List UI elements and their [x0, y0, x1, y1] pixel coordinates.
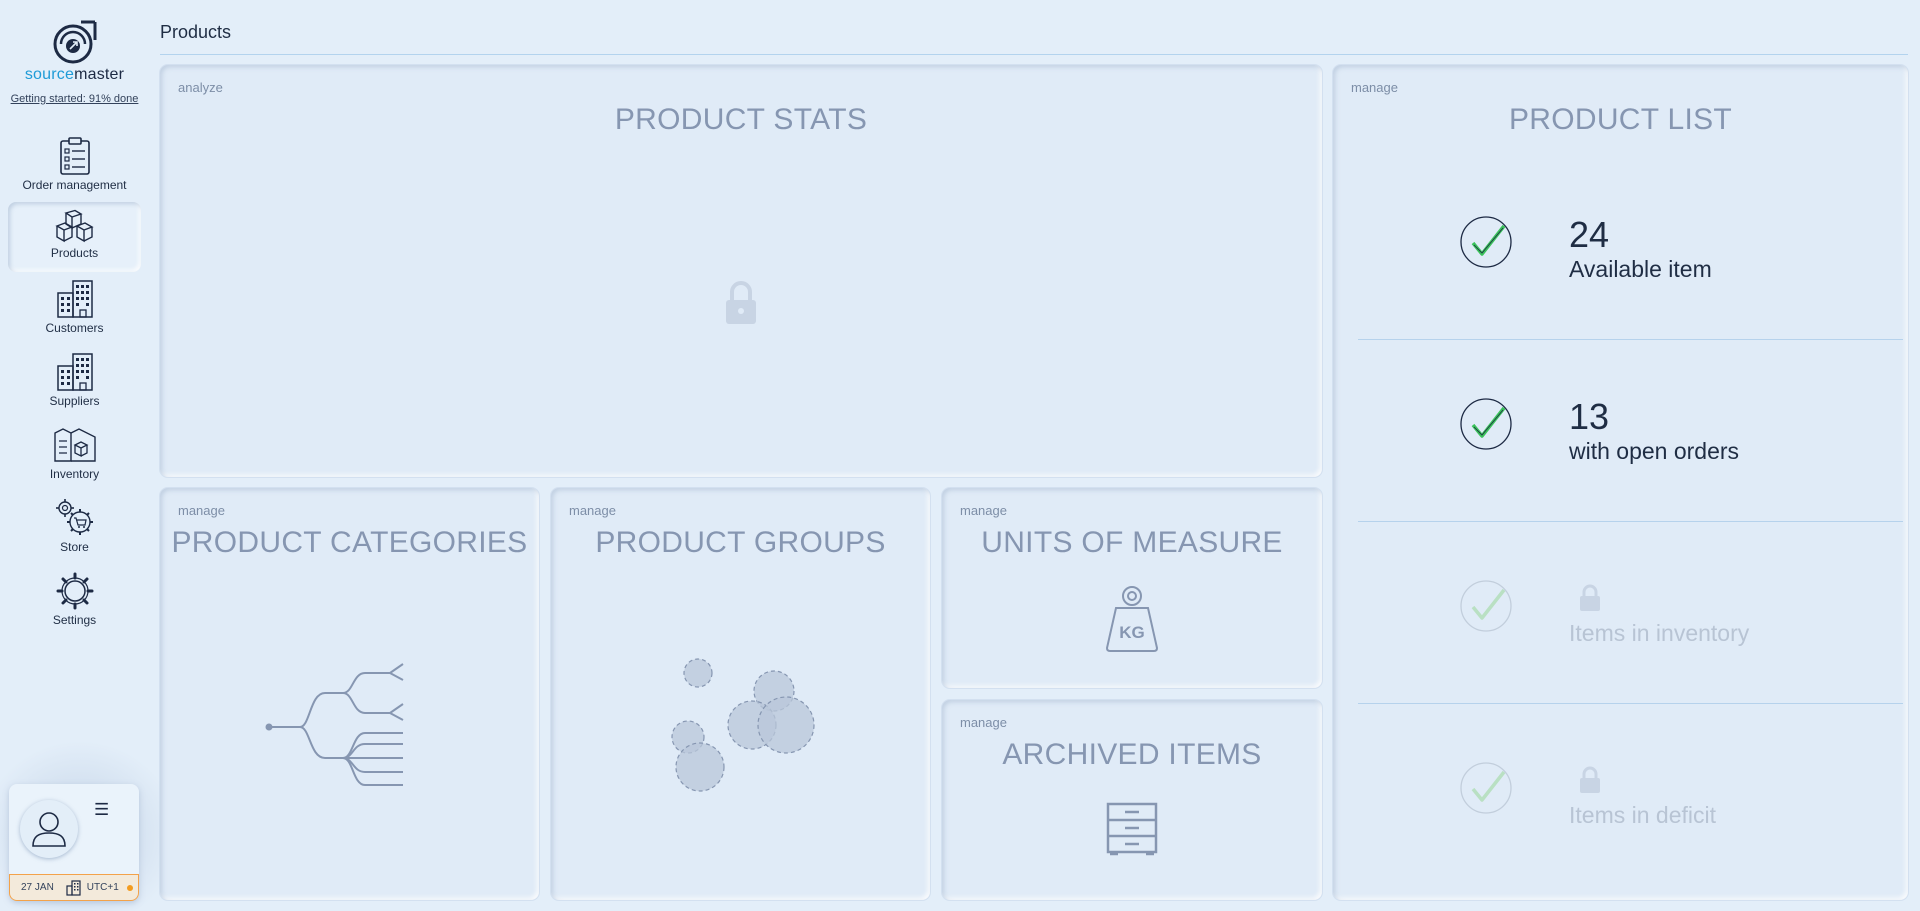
panel-kicker: manage [960, 715, 1007, 730]
open-orders-label: with open orders [1569, 438, 1740, 464]
sidebar-item-label: Settings [52, 613, 97, 627]
building-icon [56, 280, 93, 318]
sidebar-item-suppliers[interactable]: Suppliers [8, 348, 141, 418]
panel-title: PRODUCT GROUPS [595, 526, 886, 559]
brand-name: sourcemaster [24, 66, 125, 83]
panel-kicker: analyze [178, 80, 223, 95]
panel-title: UNITS OF MEASURE [981, 526, 1283, 559]
logo[interactable]: sourcemaster [0, 20, 149, 84]
bubbles-icon [671, 658, 815, 792]
cabinet-icon [1106, 802, 1158, 856]
available-count: 24 [1569, 214, 1610, 255]
list-item-inventory: Items in inventory [1358, 522, 1903, 704]
warehouse-icon [53, 428, 96, 462]
panel-kicker: manage [960, 503, 1007, 518]
status-dot [126, 884, 133, 891]
panel-archived-items[interactable]: manage ARCHIVED ITEMS [942, 700, 1322, 900]
panel-product-groups[interactable]: manage PRODUCT GROUPS [551, 488, 930, 900]
avatar[interactable] [20, 800, 78, 858]
panel-product-categories[interactable]: manage PRODUCT CATEGORIES [160, 488, 539, 900]
available-label: Available item [1569, 256, 1712, 282]
list-item-deficit: Items in deficit [1358, 704, 1903, 886]
check-circle-icon [1460, 216, 1512, 268]
sidebar-item-label: Customers [45, 321, 104, 335]
panel-product-stats[interactable]: analyze PRODUCT STATS [160, 65, 1322, 477]
check-circle-icon [1460, 762, 1512, 814]
sidebar-item-inventory[interactable]: Inventory [8, 421, 141, 491]
sidebar-item-label: Order management [22, 178, 127, 192]
check-circle-icon [1460, 580, 1512, 632]
inventory-label: Items in inventory [1569, 620, 1750, 646]
store-gears-icon [55, 499, 93, 535]
open-orders-count: 13 [1569, 396, 1610, 437]
panel-product-list[interactable]: manage PRODUCT LIST 24 Available item 13… [1333, 65, 1908, 900]
sidebar-item-label: Products [50, 246, 99, 260]
panel-title: PRODUCT LIST [1508, 103, 1733, 136]
list-item-open-orders[interactable]: 13 with open orders [1358, 340, 1903, 522]
lock-icon [1580, 584, 1600, 611]
list-item-available[interactable]: 24 Available item [1358, 158, 1903, 340]
user-status-bar: 27 JAN UTC+1 [9, 874, 139, 901]
sidebar-item-order-management[interactable]: Order management [8, 132, 141, 202]
weight-label: KG [1119, 623, 1145, 642]
sidebar-item-label: Store [60, 540, 89, 554]
lock-icon [726, 281, 756, 324]
sidebar-item-products[interactable]: Products [8, 202, 141, 272]
gear-icon [56, 572, 93, 610]
panel-kicker: manage [569, 503, 616, 518]
sidebar-item-label: Suppliers [49, 394, 100, 408]
weight-icon: KG [1105, 586, 1159, 652]
deficit-label: Items in deficit [1569, 802, 1716, 828]
getting-started-link[interactable]: Getting started: 91% done [0, 93, 149, 105]
check-circle-icon [1460, 398, 1512, 450]
hamburger-menu-icon[interactable]: ☰ [94, 800, 109, 820]
panel-kicker: manage [1351, 80, 1398, 95]
panel-kicker: manage [178, 503, 225, 518]
tree-icon [265, 663, 404, 786]
sidebar-item-store[interactable]: Store [8, 494, 141, 564]
sidebar-item-settings[interactable]: Settings [8, 567, 141, 637]
panel-title: ARCHIVED ITEMS [1002, 738, 1262, 771]
header-divider [160, 54, 1908, 55]
panel-units-of-measure[interactable]: manage UNITS OF MEASURE KG [942, 488, 1322, 688]
sidebar-item-label: Inventory [49, 467, 100, 481]
building-icon [66, 879, 81, 896]
boxes-icon [54, 209, 94, 243]
logo-icon [53, 20, 96, 64]
clipboard-icon [59, 137, 90, 175]
user-card[interactable]: ☰ 27 JAN UTC+1 [9, 784, 139, 901]
timezone: UTC+1 [86, 882, 119, 893]
building-icon [56, 353, 93, 391]
panel-title: PRODUCT STATS [614, 103, 868, 136]
current-date: 27 JAN [21, 882, 54, 893]
page-title: Products [160, 22, 232, 42]
panel-title: PRODUCT CATEGORIES [171, 526, 528, 559]
sidebar-item-customers[interactable]: Customers [8, 275, 141, 345]
user-icon [32, 812, 66, 847]
lock-icon [1580, 766, 1600, 793]
